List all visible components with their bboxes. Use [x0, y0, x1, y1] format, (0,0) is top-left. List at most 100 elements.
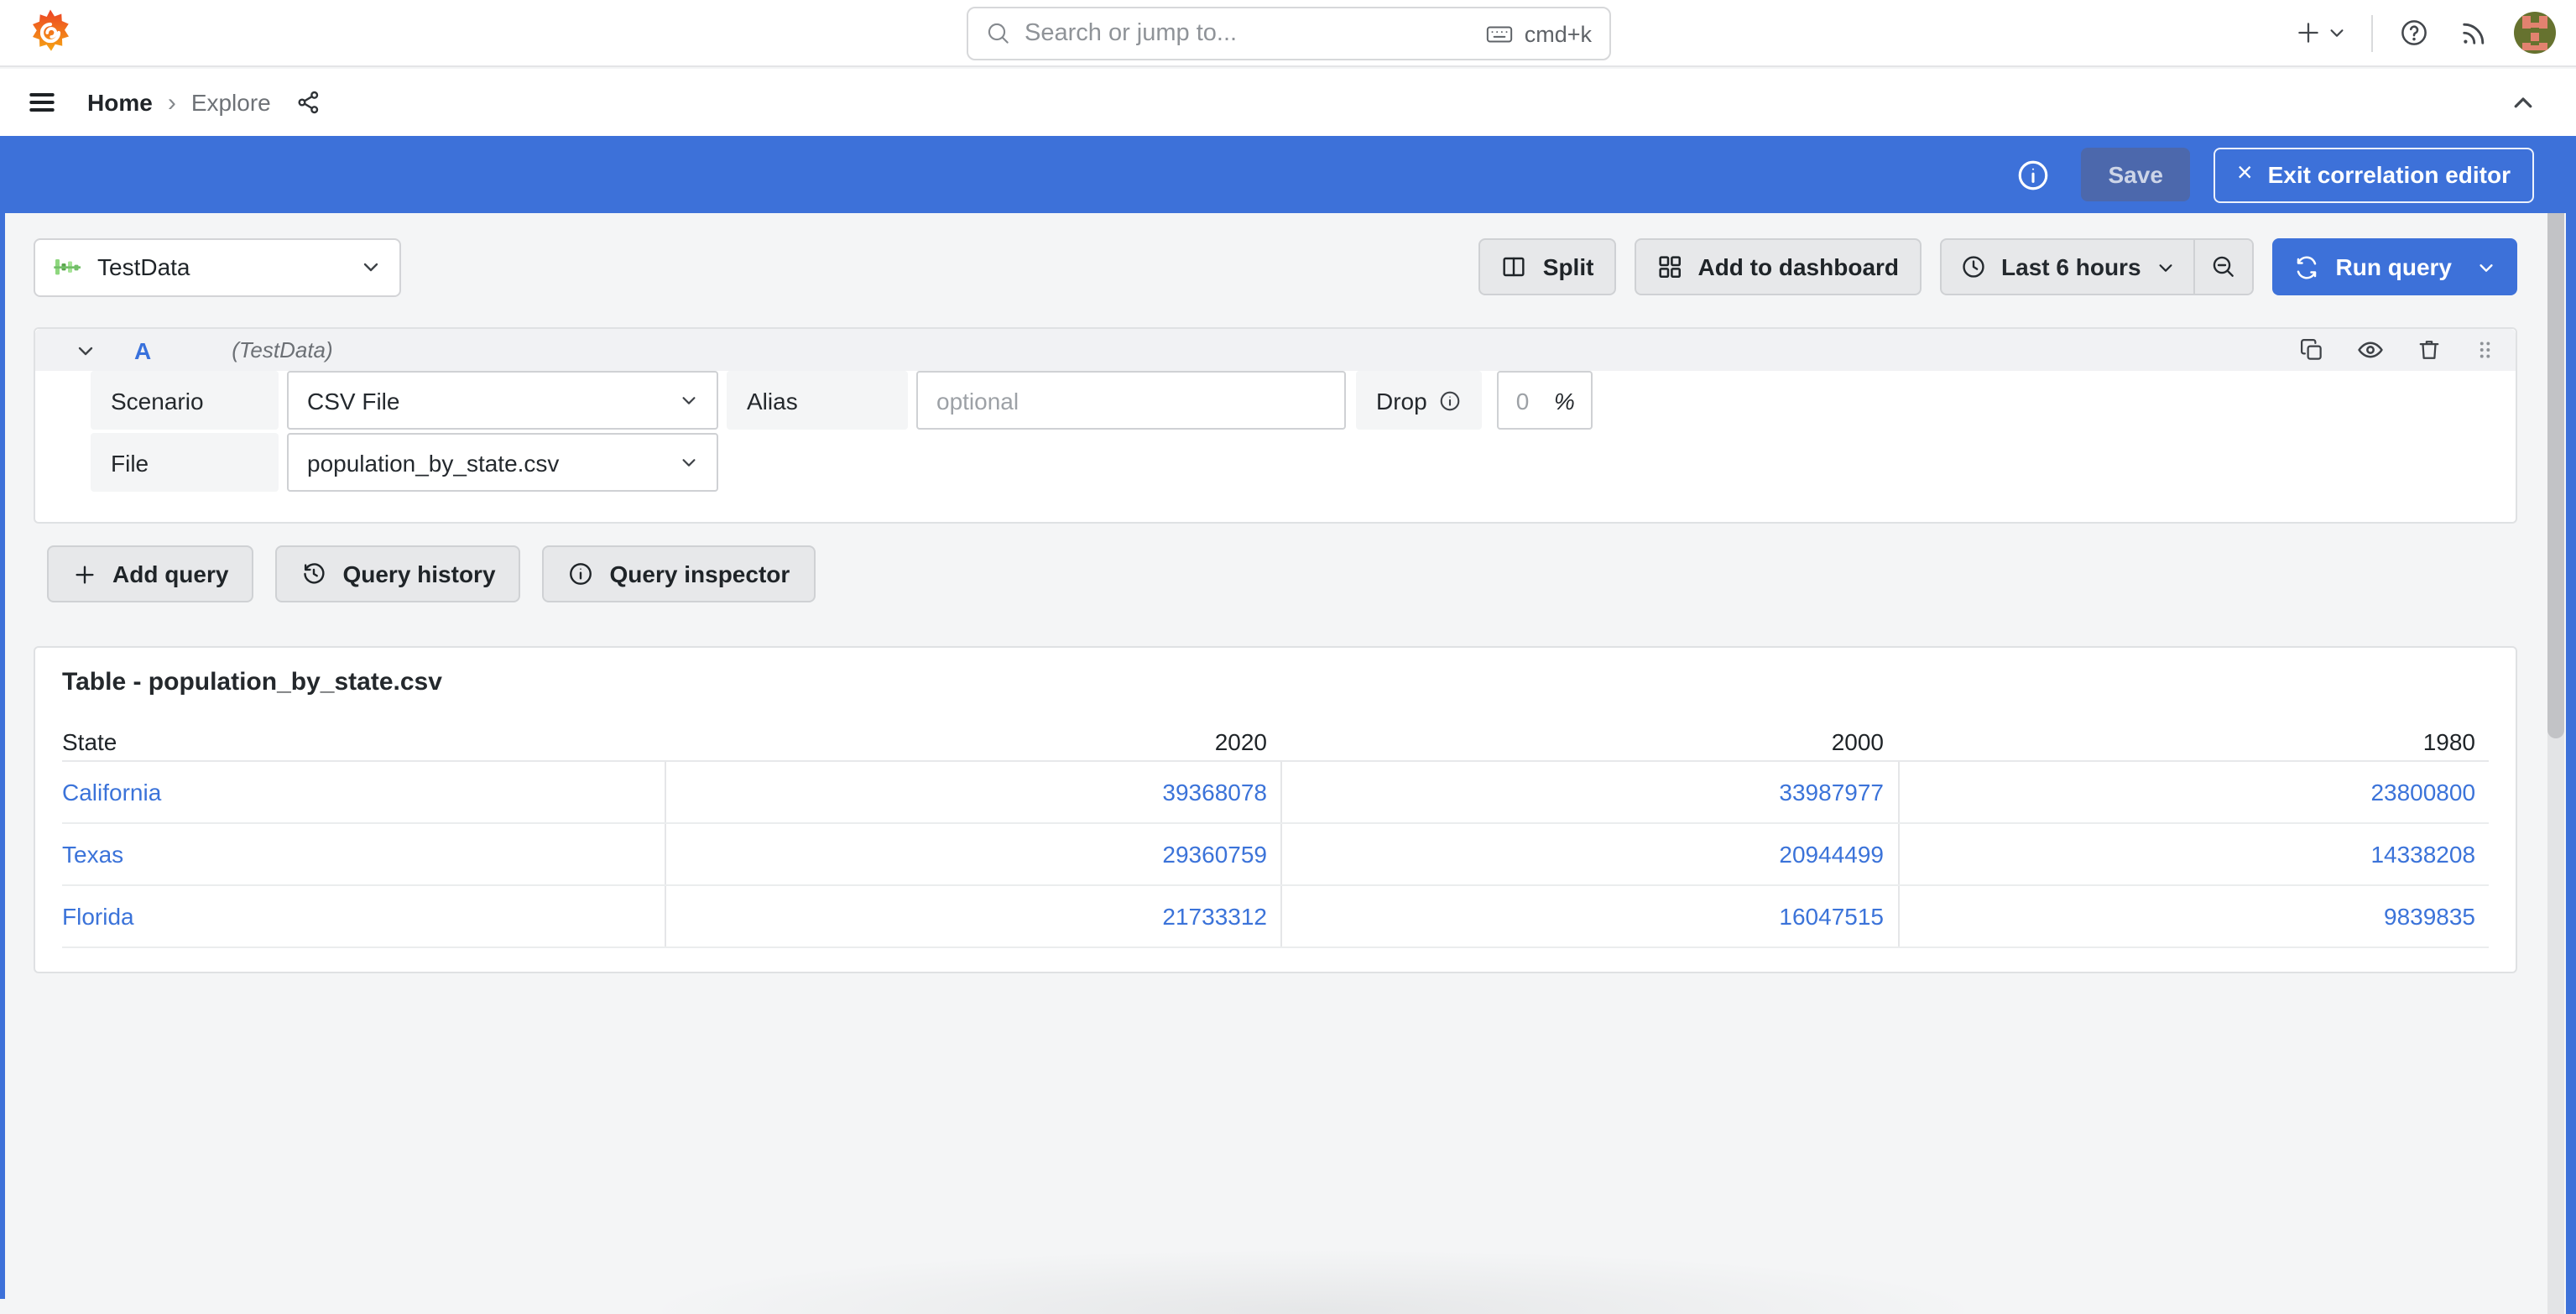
chevron-down-icon: [2330, 29, 2344, 37]
copy-icon: [2301, 339, 2322, 360]
zoom-out-time-button[interactable]: [2193, 240, 2252, 294]
breadcrumb-current: Explore: [190, 89, 271, 116]
news-button[interactable]: [2455, 14, 2492, 51]
column-header-2020[interactable]: 2020: [664, 727, 1280, 754]
bottom-shadow: [654, 1250, 1972, 1314]
grafana-explore-page: Search or jump to... cmd+k Home › Explor…: [0, 0, 2576, 1314]
apps-grid-icon: [1658, 256, 1681, 279]
user-avatar[interactable]: [2514, 12, 2556, 54]
top-nav-right: [2291, 12, 2556, 54]
query-row-header: A (TestData): [35, 329, 2516, 371]
value-cell: 16047515: [1280, 886, 1897, 946]
grafana-logo-icon[interactable]: [25, 7, 76, 59]
scenario-row: Scenario CSV File Alias Drop %: [91, 371, 2516, 430]
correlation-editor-right-border: [2566, 136, 2576, 1314]
file-row: File population_by_state.csv: [91, 433, 2516, 492]
search-icon: [987, 23, 1008, 44]
close-icon: ×: [2236, 159, 2253, 188]
sync-icon: [2297, 255, 2316, 279]
scenario-label: Scenario: [91, 371, 279, 430]
clock-icon: [1962, 256, 1984, 278]
collapse-panel-button[interactable]: [2504, 83, 2542, 122]
disable-query-button[interactable]: [2356, 336, 2385, 364]
run-query-button[interactable]: Run query: [2271, 238, 2517, 295]
explore-toolbar: TestData Split Add to dashboard Last 6 h…: [34, 237, 2517, 296]
help-button[interactable]: [2395, 13, 2433, 52]
value-cell: 29360759: [664, 824, 1280, 884]
share-shortlink-button[interactable]: [293, 86, 326, 119]
drag-query-handle[interactable]: [2474, 337, 2495, 362]
results-table: State 2020 2000 1980 California 39368078 3…: [62, 722, 2489, 948]
scrollbar-thumb[interactable]: [2547, 143, 2564, 738]
value-cell: 39368078: [664, 762, 1280, 822]
split-button[interactable]: Split: [1478, 238, 1616, 295]
chevron-down-icon: [363, 263, 378, 272]
query-history-button[interactable]: Query history: [275, 545, 521, 602]
value-cell: 33987977: [1280, 762, 1897, 822]
query-editor-panel: A (TestData) Scenario CSV File Alias opt…: [34, 327, 2517, 524]
plus-icon: [76, 565, 94, 583]
value-cell: 21733312: [664, 886, 1280, 946]
time-range-button[interactable]: Last 6 hours: [1941, 240, 2193, 294]
keyboard-icon: [1487, 25, 1513, 42]
correlation-info-button[interactable]: [2013, 154, 2055, 196]
duplicate-query-button[interactable]: [2299, 337, 2324, 362]
add-query-button[interactable]: Add query: [47, 545, 254, 602]
state-cell: Florida: [62, 903, 134, 930]
table-header-row: State 2020 2000 1980: [62, 722, 2489, 762]
file-select[interactable]: population_by_state.csv: [287, 433, 718, 492]
query-row-actions: [2299, 336, 2495, 364]
chevron-down-icon: [682, 459, 696, 467]
column-header-1980[interactable]: 1980: [1897, 727, 2489, 754]
alias-input[interactable]: [916, 371, 1346, 430]
history-icon: [304, 563, 325, 584]
drop-label-group: Drop: [1356, 371, 1483, 430]
value-cell: 20944499: [1280, 824, 1897, 884]
column-header-2000[interactable]: 2000: [1280, 727, 1897, 754]
file-label: File: [91, 433, 279, 492]
drop-percent-field: %: [1497, 371, 1593, 430]
percent-suffix: %: [1553, 387, 1575, 414]
menu-toggle-button[interactable]: [17, 77, 67, 128]
toolbar-right: Split Add to dashboard Last 6 hours Run …: [1478, 238, 2517, 295]
table-row: California 39368078 33987977 23800800: [62, 762, 2489, 824]
alias-label: Alias: [727, 371, 908, 430]
info-icon: [2019, 159, 2048, 190]
exit-correlation-editor-button[interactable]: × Exit correlation editor: [2213, 147, 2534, 202]
query-ref-id[interactable]: A: [134, 336, 151, 363]
column-header-state[interactable]: State: [62, 727, 664, 754]
query-inspector-button[interactable]: Query inspector: [542, 545, 816, 602]
info-icon: [570, 563, 592, 585]
divider: [2371, 14, 2373, 51]
delete-query-button[interactable]: [2417, 337, 2442, 362]
value-cell: 14338208: [1897, 824, 2489, 884]
drop-percent-input[interactable]: [1515, 387, 1550, 414]
rss-icon: [2463, 22, 2485, 44]
drag-handle-icon: [2480, 342, 2490, 358]
zoom-out-icon: [2213, 256, 2234, 277]
correlation-editor-left-border: [0, 213, 5, 1299]
search-shortcut: cmd+k: [1486, 19, 1592, 48]
collapse-query-chevron-icon[interactable]: [76, 340, 96, 360]
chevron-down-icon: [2480, 263, 2493, 271]
correlation-editor-banner: Save × Exit correlation editor: [0, 136, 2576, 213]
state-cell: California: [62, 779, 162, 806]
datasource-picker[interactable]: TestData: [34, 237, 401, 296]
drop-info-icon[interactable]: [1439, 388, 1463, 412]
add-to-dashboard-button[interactable]: Add to dashboard: [1634, 238, 1922, 295]
top-nav: Search or jump to... cmd+k: [0, 0, 2576, 67]
state-cell: Texas: [62, 841, 124, 868]
search-input[interactable]: Search or jump to... cmd+k: [966, 7, 1610, 60]
value-cell: 23800800: [1897, 762, 2489, 822]
chevron-down-icon: [682, 397, 696, 404]
scenario-select[interactable]: CSV File: [287, 371, 718, 430]
chevron-down-icon: [2159, 263, 2172, 271]
split-icon: [1504, 257, 1525, 277]
new-menu-button[interactable]: [2291, 15, 2349, 50]
breadcrumb-home[interactable]: Home: [87, 89, 153, 116]
time-picker-group: Last 6 hours: [1939, 238, 2254, 295]
table-body: California 39368078 33987977 23800800 Texas 2…: [62, 762, 2489, 948]
save-button[interactable]: Save: [2081, 148, 2190, 201]
help-icon: [2401, 20, 2427, 45]
query-datasource-hint: (TestData): [232, 337, 333, 362]
